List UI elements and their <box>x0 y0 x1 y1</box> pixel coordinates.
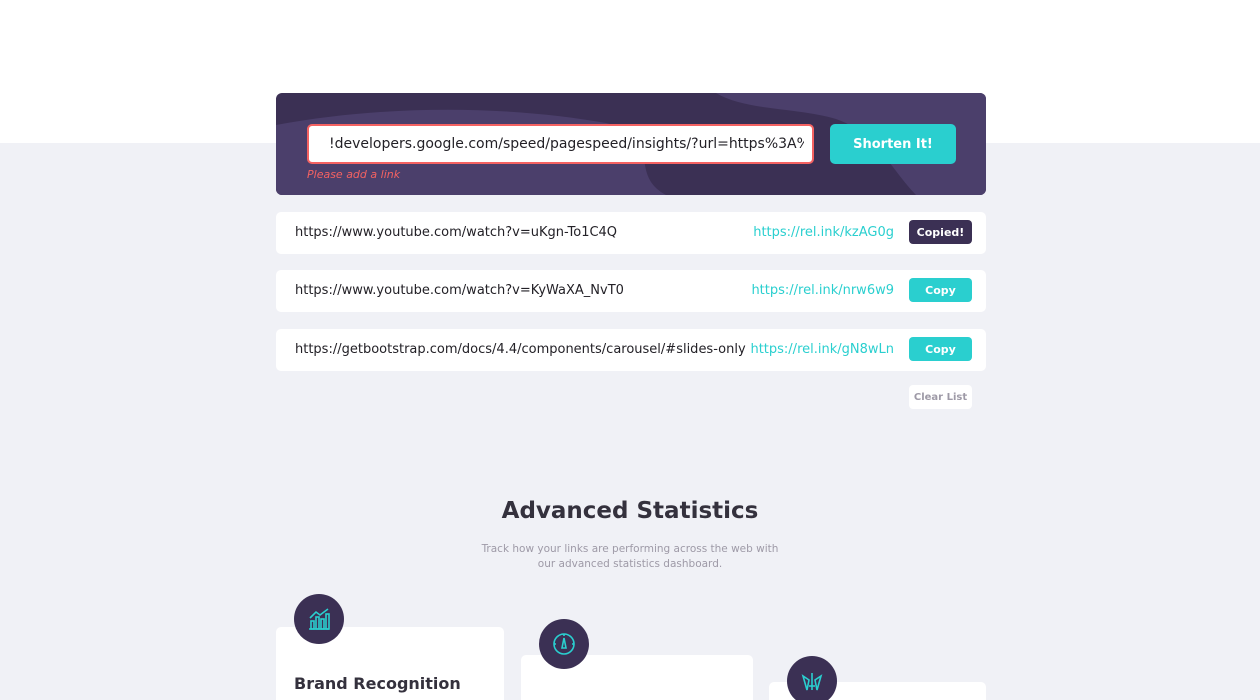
original-url: https://getbootstrap.com/docs/4.4/compon… <box>295 342 746 357</box>
copy-button[interactable]: Copy <box>909 337 972 361</box>
error-message: Please add a link <box>307 168 401 181</box>
speedometer-icon <box>539 619 589 669</box>
original-url: https://www.youtube.com/watch?v=uKgn-To1… <box>295 225 618 240</box>
bar-chart-icon <box>294 594 344 644</box>
link-result-row: https://www.youtube.com/watch?v=KyWaXA_N… <box>276 270 986 312</box>
shorten-button[interactable]: Shorten It! <box>830 124 956 164</box>
pen-tools-icon <box>787 656 837 700</box>
copy-button[interactable]: Copy <box>909 278 972 302</box>
link-result-row: https://getbootstrap.com/docs/4.4/compon… <box>276 329 986 371</box>
card-title: Brand Recognition <box>294 674 461 693</box>
short-url-link[interactable]: https://rel.ink/gN8wLn <box>750 329 894 371</box>
section-description: Track how your links are performing acro… <box>481 543 779 570</box>
short-url-link[interactable]: https://rel.ink/kzAG0g <box>753 212 894 254</box>
original-url: https://www.youtube.com/watch?v=KyWaXA_N… <box>295 283 624 298</box>
section-title: Advanced Statistics <box>501 498 759 524</box>
link-result-row: https://www.youtube.com/watch?v=uKgn-To1… <box>276 212 986 254</box>
short-url-link[interactable]: https://rel.ink/nrw6w9 <box>751 270 894 312</box>
shorten-form: Please add a link Shorten It! <box>276 93 986 195</box>
copy-button[interactable]: Copied! <box>909 220 972 244</box>
url-input[interactable] <box>307 124 814 164</box>
clear-list-button[interactable]: Clear List <box>909 385 972 409</box>
